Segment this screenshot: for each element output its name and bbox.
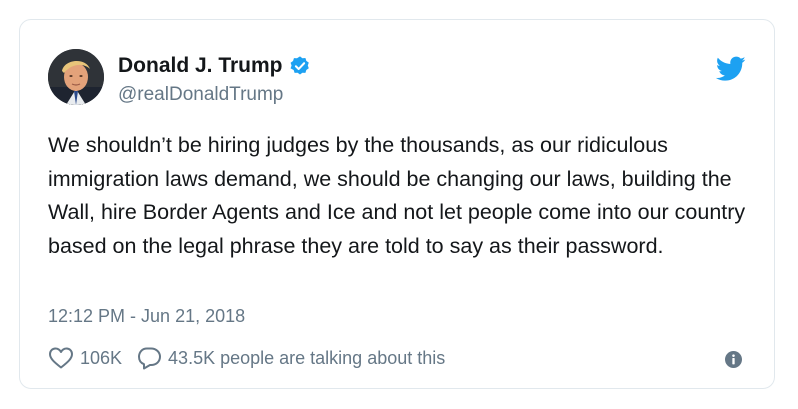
- author-handle[interactable]: @realDonaldTrump: [118, 83, 283, 107]
- tweet-text: We shouldn’t be hiring judges by the tho…: [48, 133, 746, 258]
- people-talking-link[interactable]: 43.5K people are talking about this: [168, 348, 445, 369]
- engagement-row: 106K 43.5K people are talking about this: [48, 345, 445, 371]
- avatar[interactable]: [48, 49, 104, 105]
- heart-icon[interactable]: [48, 346, 74, 370]
- author-name-row: Donald J. Trump: [118, 53, 311, 79]
- info-icon[interactable]: [725, 351, 742, 368]
- twitter-bird-icon[interactable]: [716, 56, 746, 82]
- avatar-photo: [48, 49, 104, 105]
- tweet-card[interactable]: Donald J. Trump @realDonaldTrump We shou…: [19, 19, 775, 389]
- author-display-name[interactable]: Donald J. Trump: [118, 53, 283, 79]
- speech-bubble-icon[interactable]: [136, 346, 162, 370]
- tweet-timestamp[interactable]: 12:12 PM - Jun 21, 2018: [48, 305, 245, 327]
- verified-badge-icon: [290, 56, 309, 75]
- like-count[interactable]: 106K: [80, 348, 122, 369]
